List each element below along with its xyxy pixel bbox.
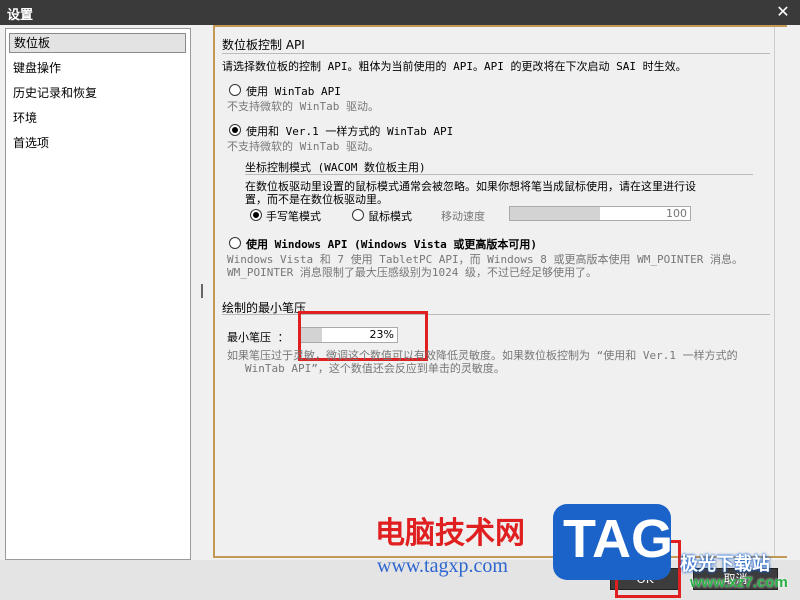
watermark-site: 极光下载站	[680, 554, 770, 574]
radio-wintab-label[interactable]: 使用 WinTab API	[246, 83, 341, 99]
category-list: 数位板 键盘操作 历史记录和恢复 环境 首选项	[5, 28, 191, 560]
watermark-logo-text: TAG	[563, 509, 673, 569]
vertical-scrollbar[interactable]	[774, 27, 787, 556]
title-bar: 设置 ✕	[0, 0, 800, 25]
section-title-tablet-api: 数位板控制 API	[222, 38, 305, 52]
wintab-note: 不支持微软的 WinTab 驱动。	[227, 100, 379, 113]
watermark-url: www.tagxp.com	[377, 555, 508, 577]
sidebar-item-tablet[interactable]: 数位板	[9, 33, 186, 53]
radio-pen-mode-label[interactable]: 手写笔模式	[266, 208, 321, 224]
sidebar-item-environment[interactable]: 环境	[9, 108, 186, 128]
close-icon[interactable]: ✕	[774, 3, 792, 21]
min-pressure-label: 最小笔压 ：	[227, 331, 289, 344]
sidebar-item-preferences[interactable]: 首选项	[9, 133, 186, 153]
watermark-logo-icon: TAG	[553, 504, 673, 580]
sidebar-item-keyboard[interactable]: 键盘操作	[9, 58, 186, 78]
watermark-site-url: www.xz7.com	[690, 574, 788, 591]
section-divider	[222, 53, 770, 54]
min-pressure-hint-line2: WinTab API”，这个数值还会反应到单击的灵敏度。	[245, 362, 505, 375]
coord-desc-line2: 置，而不是在数位板驱动里。	[245, 193, 388, 206]
radio-mouse-mode-label[interactable]: 鼠标模式	[368, 208, 412, 224]
watermark-text: 电脑技术网	[375, 517, 525, 550]
speed-slider-fill	[510, 207, 600, 220]
radio-wintab[interactable]	[229, 84, 241, 96]
radio-wintab-ver1[interactable]	[229, 124, 241, 136]
speed-value: 100	[666, 207, 687, 220]
settings-panel: 数位板控制 API 请选择数位板的控制 API。粗体为当前使用的 API。API…	[213, 25, 787, 558]
pane-splitter[interactable]	[197, 28, 207, 558]
coord-divider	[245, 174, 753, 175]
settings-panel-content: 数位板控制 API 请选择数位板的控制 API。粗体为当前使用的 API。API…	[215, 27, 775, 556]
windows-api-note-line2: WM_POINTER 消息限制了最大压感级别为1024 级，不过已经足够使用了。	[227, 266, 597, 279]
speed-slider[interactable]: 100	[509, 206, 691, 221]
radio-windows-api[interactable]	[229, 237, 241, 249]
window-title: 设置	[7, 8, 34, 23]
radio-wintab-ver1-label[interactable]: 使用和 Ver.1 一样方式的 WinTab API	[246, 123, 453, 139]
sidebar-item-history[interactable]: 历史记录和恢复	[9, 83, 186, 103]
splitter-grip-icon	[201, 284, 203, 298]
radio-pen-mode[interactable]	[250, 209, 262, 221]
radio-mouse-mode[interactable]	[352, 209, 364, 221]
api-description: 请选择数位板的控制 API。粗体为当前使用的 API。API 的更改将在下次启动…	[222, 60, 687, 73]
wintab-ver1-note: 不支持微软的 WinTab 驱动。	[227, 140, 379, 153]
radio-windows-api-label[interactable]: 使用 Windows API (Windows Vista 或更高版本可用)	[246, 236, 537, 252]
speed-label: 移动速度	[441, 210, 485, 223]
coord-mode-title: 坐标控制模式 (WACOM 数位板主用)	[245, 161, 426, 174]
